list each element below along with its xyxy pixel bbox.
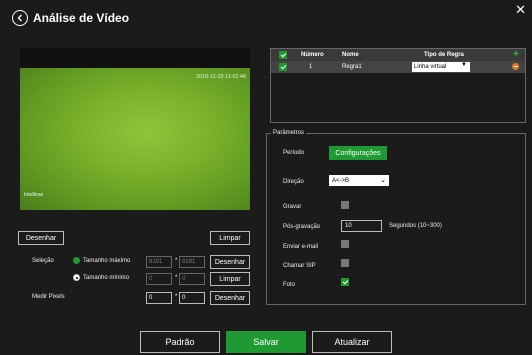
page-title: Análise de Vídeo — [33, 11, 130, 25]
refresh-button[interactable]: Atualizar — [312, 331, 392, 353]
min-size-label: Tamanho mínimo — [83, 275, 130, 281]
max-size-radio[interactable] — [73, 257, 80, 264]
email-label: Enviar e-mail — [283, 244, 319, 250]
video-feed — [20, 68, 250, 210]
select-all-checkbox[interactable] — [279, 51, 287, 59]
photo-label: Foto — [283, 282, 296, 288]
rule-type-value: Linha virtual — [414, 64, 447, 70]
selection-label: Seleção — [32, 258, 54, 264]
record-label: Gravar — [283, 204, 302, 210]
osd-camera-name: Intelbras — [24, 192, 44, 198]
selection-draw-button[interactable]: Desenhar — [210, 255, 250, 269]
header-name: Nome — [342, 52, 359, 58]
min-width-input[interactable]: 0 — [146, 273, 172, 285]
close-icon[interactable]: ✕ — [515, 2, 526, 18]
header-rule-type: Tipo de Regra — [424, 52, 464, 58]
parameters-panel: Parâmetros — [266, 130, 526, 305]
min-height-input[interactable]: 0 — [179, 273, 205, 285]
draw-button[interactable]: Desenhar — [18, 231, 64, 245]
post-record-label: Pós-gravação — [283, 224, 321, 230]
default-button[interactable]: Padrão — [140, 331, 220, 353]
direction-value: A<->B — [332, 177, 350, 184]
window-title: Análise de Vídeo — [12, 10, 129, 26]
row-checkbox[interactable] — [279, 63, 287, 71]
measure-pixels-label: Medir Pixels — [32, 294, 65, 300]
direction-select[interactable]: A<->B ⌄ — [329, 175, 389, 186]
table-row[interactable]: 1 Regra1 Linha virtual ▼ — [271, 61, 525, 73]
rule-type-select[interactable]: Linha virtual ▼ — [412, 62, 470, 72]
row-number: 1 — [309, 64, 313, 70]
sip-checkbox[interactable] — [341, 259, 349, 267]
sip-label: Chamar SIP — [283, 263, 316, 269]
record-checkbox[interactable] — [341, 201, 349, 209]
chevron-down-icon: ⌄ — [380, 177, 386, 184]
measure-draw-button[interactable]: Desenhar — [210, 291, 250, 305]
max-width-input[interactable]: 8191 — [146, 256, 172, 268]
save-button[interactable]: Salvar — [226, 331, 306, 353]
add-rule-icon[interactable]: + — [513, 50, 519, 60]
post-record-input[interactable]: 10 — [341, 220, 382, 232]
configurations-button[interactable]: Configurações — [329, 146, 387, 160]
parameters-legend: Parâmetros — [271, 130, 307, 136]
video-preview[interactable]: 2018-12-20 11:02:48 Intelbras — [20, 48, 250, 210]
email-checkbox[interactable] — [341, 240, 349, 248]
row-name: Regra1 — [342, 64, 362, 70]
period-label: Período — [283, 150, 305, 156]
photo-checkbox[interactable] — [341, 278, 349, 286]
direction-label: Direção — [283, 179, 304, 185]
max-height-input[interactable]: 8191 — [179, 256, 205, 268]
measure-width-input[interactable]: 0 — [146, 292, 172, 304]
clear-button[interactable]: Limpar — [210, 231, 250, 245]
rules-table-header: Número Nome Tipo de Regra + — [271, 49, 525, 61]
remove-rule-icon[interactable] — [512, 63, 519, 70]
min-size-radio[interactable] — [73, 274, 80, 281]
back-icon[interactable] — [12, 10, 28, 26]
rules-table: Número Nome Tipo de Regra + 1 Regra1 Lin… — [270, 48, 526, 123]
osd-timestamp: 2018-12-20 11:02:48 — [196, 74, 246, 80]
post-record-hint: Segundos (10~300) — [389, 223, 442, 229]
chevron-down-icon: ▼ — [461, 62, 467, 68]
measure-height-input[interactable]: 0 — [179, 292, 205, 304]
selection-clear-button[interactable]: Limpar — [210, 272, 250, 286]
max-size-label: Tamanho máximo — [83, 258, 131, 264]
header-number: Número — [301, 52, 324, 58]
